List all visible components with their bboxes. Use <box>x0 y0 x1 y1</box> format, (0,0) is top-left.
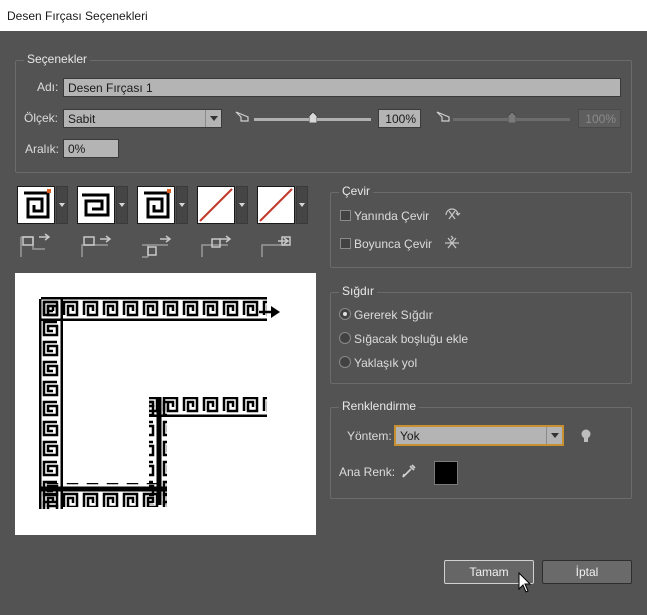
flip-across-icon <box>445 235 459 249</box>
chevron-down-icon <box>205 110 221 127</box>
flip-along-label[interactable]: Yanında Çevir <box>354 209 429 223</box>
title-bar: Desen Fırçası Seçenekleri <box>0 0 647 31</box>
colorization-tips-icon[interactable] <box>580 428 592 444</box>
colorization-group: Renklendirme <box>330 399 632 499</box>
flip-legend: Çevir <box>339 184 374 198</box>
chevron-down-icon <box>546 427 562 444</box>
method-label: Yöntem: <box>347 429 392 443</box>
no-pattern-icon <box>259 188 293 222</box>
scale-label: Ölçek: <box>24 111 59 125</box>
greek-key-brush-preview <box>39 297 280 509</box>
window-title: Desen Fırçası Seçenekleri <box>7 9 148 23</box>
fit-legend: Sığdır <box>339 284 378 298</box>
end-tile-type-icon <box>261 236 291 257</box>
side-tile-pattern-icon <box>24 189 51 219</box>
scale-select-value: Sabit <box>68 112 96 126</box>
side-tile[interactable] <box>17 186 55 224</box>
method-select[interactable]: Yok <box>395 426 563 445</box>
start-tile[interactable] <box>197 186 235 224</box>
name-label: Adı: <box>37 80 59 94</box>
side-tile-type-icon <box>20 233 51 257</box>
cancel-button[interactable]: İptal <box>542 560 632 584</box>
fit-approximate-radio[interactable] <box>339 356 351 368</box>
fit-stretch-radio[interactable] <box>339 308 351 320</box>
fit-add-space-label[interactable]: Sığacak boşluğu ekle <box>354 332 468 346</box>
fit-stretch-label[interactable]: Gererek Sığdır <box>354 308 433 322</box>
scale-select[interactable]: Sabit <box>63 109 222 128</box>
flip-across-label[interactable]: Boyunca Çevir <box>354 237 432 251</box>
method-select-value: Yok <box>400 429 420 443</box>
end-tile-dropdown[interactable] <box>296 186 308 224</box>
spacing-input[interactable]: 0% <box>63 139 119 158</box>
end-tile[interactable] <box>257 186 295 224</box>
options-legend: Seçenekler <box>24 52 91 66</box>
colorization-legend: Renklendirme <box>339 399 420 413</box>
flip-along-checkbox[interactable] <box>340 210 351 221</box>
start-tile-type-icon <box>201 235 232 257</box>
flip-along-icon <box>445 208 461 220</box>
eyedropper-icon[interactable] <box>401 463 417 479</box>
max-scale-icon <box>436 111 450 122</box>
inner-corner-tile[interactable] <box>137 186 175 224</box>
inner-corner-tile-type-icon <box>142 235 172 258</box>
flip-group: Çevir <box>330 184 632 268</box>
no-pattern-icon <box>199 188 233 222</box>
outer-corner-tile-dropdown[interactable] <box>116 186 128 224</box>
fit-approximate-label[interactable]: Yaklaşık yol <box>354 356 417 370</box>
inner-corner-tile-pattern-icon <box>144 189 171 219</box>
min-scale-slider-thumb[interactable] <box>309 112 317 123</box>
brush-preview <box>15 273 316 535</box>
outer-corner-tile[interactable] <box>77 186 115 224</box>
max-scale-input: 100% <box>578 109 621 128</box>
min-scale-icon <box>235 111 249 122</box>
start-tile-dropdown[interactable] <box>236 186 248 224</box>
key-color-label: Ana Renk: <box>339 465 396 479</box>
inner-corner-tile-dropdown[interactable] <box>176 186 188 224</box>
name-input[interactable]: Desen Fırçası 1 <box>63 78 621 97</box>
fit-add-space-radio[interactable] <box>339 332 351 344</box>
spacing-label: Aralık: <box>25 142 60 156</box>
min-scale-input[interactable]: 100% <box>378 109 421 128</box>
max-scale-slider-thumb <box>508 112 516 123</box>
flip-across-checkbox[interactable] <box>340 238 351 249</box>
mouse-cursor-icon <box>518 572 532 593</box>
outer-corner-tile-pattern-icon <box>82 193 110 217</box>
dialog-body: Seçenekler Adı: Desen Fırçası 1 Ölçek: S… <box>0 31 647 615</box>
key-color-swatch[interactable] <box>434 461 458 485</box>
side-tile-dropdown[interactable] <box>56 186 68 224</box>
outer-corner-tile-type-icon <box>81 235 112 257</box>
